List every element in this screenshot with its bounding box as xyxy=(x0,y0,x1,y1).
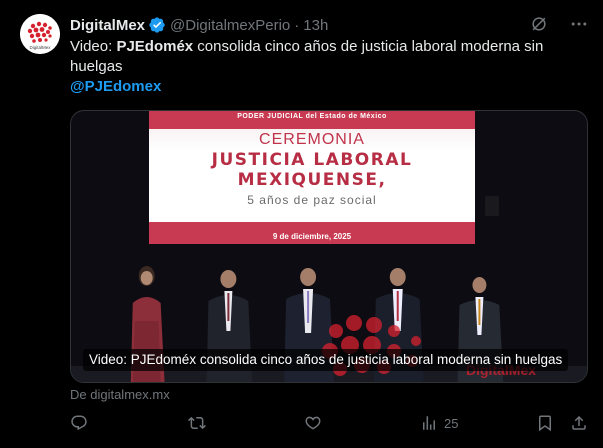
screen-title-2-line: JUSTICIA LABORAL xyxy=(211,150,413,170)
screen-header-text: PODER JUDICIAL del Estado de México xyxy=(237,113,387,120)
reply-button[interactable] xyxy=(70,414,88,432)
stage-speaker xyxy=(485,196,499,216)
repost-button[interactable] xyxy=(188,414,206,432)
author-avatar[interactable]: DigitalMex xyxy=(20,14,60,54)
bookmark-button[interactable] xyxy=(536,414,554,432)
more-options-icon[interactable] xyxy=(569,14,589,39)
grok-icon[interactable] xyxy=(529,14,549,39)
screen-subtitle: 5 años de paz social xyxy=(247,193,377,207)
screen-title-2: JUSTICIA LABORAL MEXIQUENSE, xyxy=(149,150,475,190)
separator-dot: · xyxy=(294,16,300,34)
tweet[interactable]: DigitalMex DigitalMex @DigitalmexPerio ·… xyxy=(0,0,603,448)
digitalmex-logo: DigitalMex xyxy=(20,14,60,54)
post-time[interactable]: 13h xyxy=(303,17,328,34)
video-caption: Video: PJEdoméx consolida cinco años de … xyxy=(83,349,569,371)
bookmark-icon xyxy=(539,415,551,432)
video-player[interactable]: PODER JUDICIAL del Estado de México CERE… xyxy=(70,110,588,383)
author-name[interactable]: DigitalMex xyxy=(70,17,145,34)
screen-title-3-line: MEXIQUENSE, xyxy=(237,170,387,190)
post-text-prefix: Video: xyxy=(70,38,117,55)
source-link[interactable]: De digitalmex.mx xyxy=(70,387,170,402)
views-chart-icon xyxy=(423,416,435,430)
heart-icon xyxy=(305,416,321,430)
stage-screen: PODER JUDICIAL del Estado de México CERE… xyxy=(149,111,475,244)
action-bar: 25 xyxy=(70,414,590,436)
screen-title-1: CEREMONIA xyxy=(259,131,365,148)
author-handle[interactable]: @DigitalmexPerio xyxy=(170,17,290,34)
tweet-header: DigitalMex @DigitalmexPerio · 13h xyxy=(70,15,328,35)
svg-text:DigitalMex: DigitalMex xyxy=(29,45,51,50)
views-button[interactable]: 25 xyxy=(420,414,458,432)
reply-icon xyxy=(71,415,87,431)
views-count: 25 xyxy=(444,415,459,431)
repost-icon xyxy=(188,416,206,430)
mention-link[interactable]: @PJEdomex xyxy=(70,78,161,95)
post-text-bold: PJEdoméx xyxy=(116,38,194,55)
header-actions xyxy=(529,14,589,39)
share-icon xyxy=(572,415,586,430)
post-text: Video: PJEdoméx consolida cinco años de … xyxy=(70,37,590,77)
share-button[interactable] xyxy=(570,414,588,432)
screen-date: 9 de diciembre, 2025 xyxy=(272,232,352,241)
like-button[interactable] xyxy=(304,414,322,432)
verified-badge-icon[interactable] xyxy=(148,16,166,34)
